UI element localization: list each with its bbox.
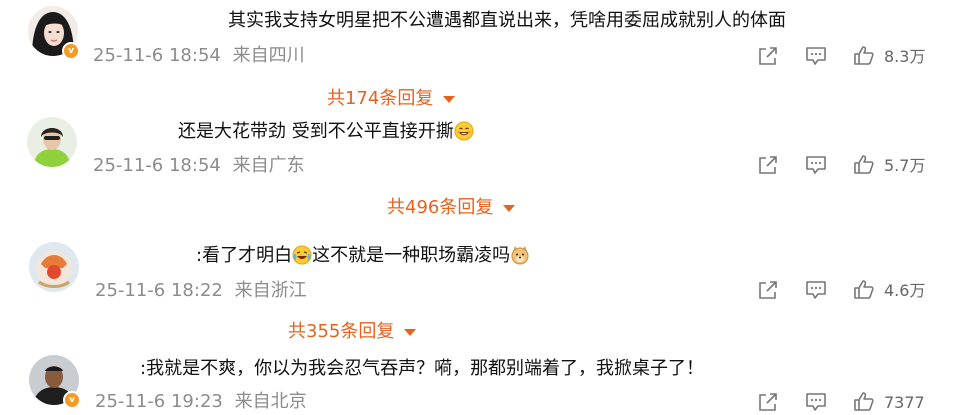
comment-date: 25-11-6 19:23 — [95, 391, 223, 412]
comment-text: 还是大花带劲 受到不公平直接开撕 — [178, 120, 474, 144]
replies-count: 共355条回复 — [288, 321, 395, 342]
comment-icon[interactable] — [805, 154, 827, 178]
comment-text: 其实我支持女明星把不公遭遇都直说出来，凭啥用委屈成就别人的体面 — [228, 10, 786, 31]
share-icon[interactable] — [757, 45, 779, 69]
like-icon[interactable] — [853, 154, 875, 178]
comment-meta: 25-11-6 18:54 来自四川 — [93, 44, 305, 68]
comment-text: :我就是不爽，你以为我会忍气吞声？嗬，那都别端着了，我掀桌子了！ — [140, 358, 705, 379]
replies-count: 共496条回复 — [387, 197, 494, 218]
like-count: 7377 — [884, 393, 925, 412]
avatar[interactable] — [27, 117, 77, 167]
caret-down-icon — [503, 204, 516, 212]
comment-actions: 8.3万 — [757, 45, 937, 69]
caret-down-icon — [443, 95, 456, 103]
comment-meta: 25-11-6 18:22 来自浙江 — [95, 279, 307, 303]
comment-date: 25-11-6 18:54 — [93, 155, 221, 176]
comment-actions: 5.7万 — [757, 154, 937, 178]
share-icon[interactable] — [757, 279, 779, 303]
comment-text: :看了才明白 这不就是一种职场霸凌吗 — [196, 244, 530, 268]
comment-date: 25-11-6 18:22 — [95, 280, 223, 301]
comment-actions: 7377 — [757, 391, 937, 415]
share-icon[interactable] — [757, 154, 779, 178]
avatar[interactable] — [29, 242, 79, 292]
like-icon[interactable] — [853, 391, 875, 415]
comment-text-content: 还是大花带劲 受到不公平直接开撕 — [178, 121, 454, 142]
caret-down-icon — [404, 328, 417, 336]
comment-icon[interactable] — [805, 45, 827, 69]
comment-icon[interactable] — [805, 391, 827, 415]
like-icon[interactable] — [853, 279, 875, 303]
doge-emoji-icon — [510, 245, 530, 265]
comment-date: 25-11-6 18:54 — [93, 45, 221, 66]
replies-toggle[interactable]: 共496条回复 — [387, 196, 516, 220]
replies-toggle[interactable]: 共355条回复 — [288, 320, 417, 344]
comment-text-content: :看了才明白 — [196, 245, 293, 266]
comment-location: 来自四川 — [232, 45, 305, 66]
share-icon[interactable] — [757, 391, 779, 415]
comment-location: 来自浙江 — [234, 280, 307, 301]
like-count: 8.3万 — [884, 47, 926, 66]
comment-text-content: 这不就是一种职场霸凌吗 — [312, 245, 511, 266]
smile-emoji-icon — [454, 121, 474, 141]
verified-badge-icon: v — [62, 42, 80, 60]
like-icon[interactable] — [853, 45, 875, 69]
comment-actions: 4.6万 — [757, 279, 937, 303]
like-count: 5.7万 — [884, 156, 926, 175]
like-count: 4.6万 — [884, 281, 926, 300]
verified-badge-icon: v — [63, 391, 81, 409]
comment-meta: 25-11-6 19:23 来自北京 — [95, 390, 307, 414]
crying-laugh-emoji-icon — [292, 245, 312, 265]
comment-location: 来自广东 — [232, 155, 305, 176]
replies-count: 共174条回复 — [327, 88, 434, 109]
comment-meta: 25-11-6 18:54 来自广东 — [93, 154, 305, 178]
replies-toggle[interactable]: 共174条回复 — [327, 87, 456, 111]
comment-icon[interactable] — [805, 279, 827, 303]
comment-location: 来自北京 — [234, 391, 307, 412]
